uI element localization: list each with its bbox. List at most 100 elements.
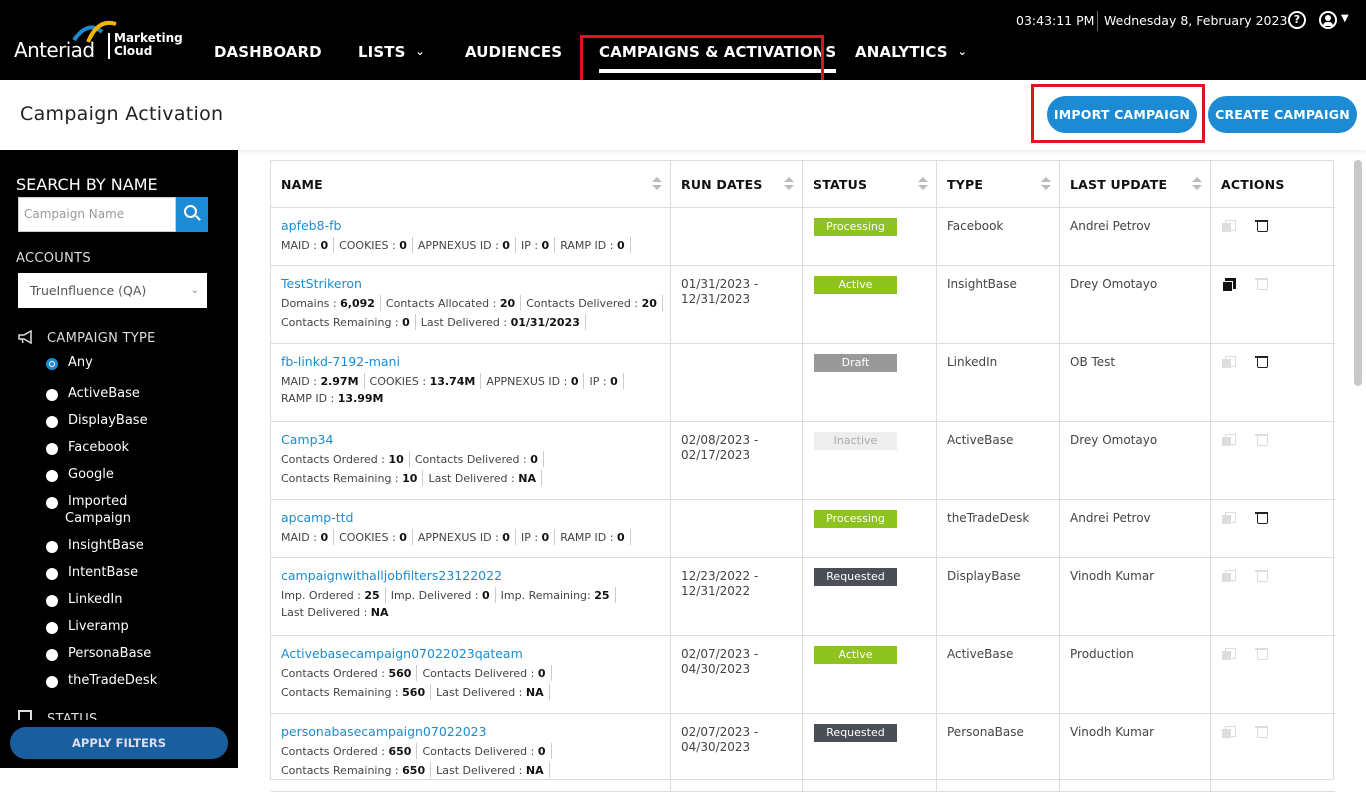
- chevron-down-icon: ⌄: [957, 45, 967, 58]
- table-row: apcamp-ttd MAID : 0 COOKIES : 0 APPNEXUS ID…: [271, 500, 1335, 558]
- radio-displaybase[interactable]: [46, 416, 58, 428]
- copy-icon[interactable]: [1222, 220, 1236, 232]
- radio-activebase[interactable]: [46, 389, 58, 401]
- cell-status: Requested: [803, 558, 937, 635]
- radio-any[interactable]: [46, 358, 58, 370]
- copy-icon[interactable]: [1222, 570, 1236, 582]
- scrollbar[interactable]: [1354, 160, 1362, 386]
- column-header-actions: ACTIONS: [1211, 161, 1335, 208]
- create-campaign-button[interactable]: CREATE CAMPAIGN: [1208, 96, 1357, 133]
- cell-status: Draft: [803, 344, 937, 421]
- cell-name: Activebasecampaign07022023qateam Contacts…: [271, 636, 671, 713]
- trash-icon[interactable]: [1255, 355, 1268, 368]
- cell-name: apcamp-ttd MAID : 0 COOKIES : 0 APPNEXUS ID…: [271, 500, 671, 557]
- trash-icon[interactable]: [1255, 569, 1268, 582]
- column-header-run-dates[interactable]: RUN DATES: [671, 161, 803, 208]
- cell-last-update: Drey Omotayo: [1060, 422, 1211, 499]
- campaign-name-link[interactable]: personabasecampaign07022023: [281, 724, 487, 739]
- copy-icon[interactable]: [1222, 512, 1236, 524]
- campaign-metrics: Contacts Ordered : 650 Contacts Delivered…: [281, 743, 557, 759]
- copy-icon[interactable]: [1222, 356, 1236, 368]
- campaign-metrics: MAID : 0 COOKIES : 0 APPNEXUS ID : 0 IP : 0…: [281, 237, 636, 253]
- campaign-name-link[interactable]: apfeb8-fb: [281, 218, 341, 233]
- campaign-name-link[interactable]: TestStrikeron: [281, 276, 362, 291]
- campaign-metrics: Domains : 6,092 Contacts Allocated : 20 Co…: [281, 295, 668, 311]
- campaign-type-label-campaign[interactable]: Campaign: [65, 511, 131, 526]
- campaign-name-link[interactable]: fb-linkd-7192-mani: [281, 354, 400, 369]
- radio-insightbase[interactable]: [46, 541, 58, 553]
- campaign-type-label-liveramp[interactable]: Liveramp: [68, 619, 129, 634]
- campaign-metrics: MAID : 0 COOKIES : 0 APPNEXUS ID : 0 IP : 0…: [281, 529, 636, 545]
- radio-thetradedesk[interactable]: [46, 676, 58, 688]
- column-header-type[interactable]: TYPE: [937, 161, 1060, 208]
- cell-name: TestStrikeron Domains : 6,092 Contacts All…: [271, 266, 671, 343]
- campaign-type-label-activebase[interactable]: ActiveBase: [68, 386, 140, 401]
- campaign-type: Facebook: [947, 219, 1004, 233]
- cell-name: fb-linkd-7192-mani MAID : 2.97M COOKIES : …: [271, 344, 671, 421]
- column-header-last-update[interactable]: LAST UPDATE: [1060, 161, 1211, 208]
- campaign-type-label-personabase[interactable]: PersonaBase: [68, 646, 151, 661]
- campaign-type-label-linkedin[interactable]: LinkedIn: [68, 592, 122, 607]
- nav-audiences[interactable]: AUDIENCES: [465, 43, 562, 61]
- sort-icon[interactable]: [918, 177, 928, 191]
- user-icon[interactable]: [1319, 11, 1337, 29]
- sort-icon[interactable]: [784, 177, 794, 191]
- campaign-type-label-imported[interactable]: Imported: [68, 494, 127, 509]
- sort-icon[interactable]: [652, 177, 662, 191]
- sort-icon[interactable]: [1041, 177, 1051, 191]
- radio-google[interactable]: [46, 470, 58, 482]
- campaign-name-link[interactable]: Activebasecampaign07022023qateam: [281, 646, 523, 661]
- copy-icon[interactable]: [1222, 726, 1236, 738]
- column-header-name[interactable]: NAME: [271, 161, 671, 208]
- campaign-type-label-displaybase[interactable]: DisplayBase: [68, 413, 148, 428]
- trash-icon[interactable]: [1255, 277, 1268, 290]
- trash-icon[interactable]: [1255, 219, 1268, 232]
- campaign-type-label-insightbase[interactable]: InsightBase: [68, 538, 144, 553]
- trash-icon[interactable]: [1255, 511, 1268, 524]
- campaign-type-label-any[interactable]: Any: [68, 355, 93, 370]
- trash-icon[interactable]: [1255, 433, 1268, 446]
- radio-facebook[interactable]: [46, 443, 58, 455]
- nav-dashboard[interactable]: DASHBOARD: [214, 43, 322, 61]
- campaign-name-link[interactable]: campaignwithalljobfilters23122022: [281, 568, 502, 583]
- campaign-type-label-google[interactable]: Google: [68, 467, 114, 482]
- campaign-type: theTradeDesk: [947, 511, 1030, 525]
- copy-icon[interactable]: [1222, 648, 1236, 660]
- campaign-name-link[interactable]: apcamp-ttd: [281, 510, 354, 525]
- anteriad-logo[interactable]: Anteriad Marketing Cloud: [14, 18, 184, 68]
- radio-personabase[interactable]: [46, 649, 58, 661]
- radio-intentbase[interactable]: [46, 568, 58, 580]
- column-header-status[interactable]: STATUS: [803, 161, 937, 208]
- table-row: Activebasecampaign07022023qateam Contacts…: [271, 636, 1335, 714]
- last-updated-by: Production: [1070, 647, 1134, 661]
- brand-name: Anteriad: [14, 38, 95, 62]
- copy-icon[interactable]: [1222, 278, 1236, 292]
- search-input[interactable]: Campaign Name: [18, 197, 176, 232]
- search-button[interactable]: [176, 197, 208, 232]
- table-row: fb-linkd-7192-mani MAID : 2.97M COOKIES : …: [271, 344, 1335, 422]
- campaign-metrics: Contacts Remaining : 10 Last Delivered : …: [281, 470, 547, 486]
- campaign-type-label-intentbase[interactable]: IntentBase: [68, 565, 138, 580]
- radio-liveramp[interactable]: [46, 622, 58, 634]
- campaign-metrics: Imp. Ordered : 25 Imp. Delivered : 0 Imp. …: [281, 587, 621, 603]
- radio-imported[interactable]: [46, 497, 58, 509]
- campaign-name-link[interactable]: Camp34: [281, 432, 333, 447]
- nav-lists[interactable]: LISTS ⌄: [358, 43, 425, 61]
- copy-icon[interactable]: [1222, 434, 1236, 446]
- trash-icon[interactable]: [1255, 725, 1268, 738]
- cell-actions: [1211, 558, 1335, 635]
- apply-filters-button[interactable]: APPLY FILTERS: [10, 727, 228, 759]
- cell-actions: [1211, 266, 1335, 343]
- campaign-type-label-thetradedesk[interactable]: theTradeDesk: [68, 673, 157, 688]
- trash-icon[interactable]: [1255, 647, 1268, 660]
- sort-icon[interactable]: [1192, 177, 1202, 191]
- campaign-type-label-facebook[interactable]: Facebook: [68, 440, 129, 455]
- help-icon[interactable]: ?: [1288, 11, 1306, 29]
- radio-linkedin[interactable]: [46, 595, 58, 607]
- nav-analytics[interactable]: ANALYTICS ⌄: [855, 43, 967, 61]
- cell-run-dates: 02/08/2023 -02/17/2023: [671, 422, 803, 499]
- accounts-select[interactable]: TrueInfluence (QA) ⌄: [18, 273, 207, 308]
- chevron-down-icon[interactable]: ▼: [1341, 13, 1349, 24]
- cell-run-dates: 12/23/2022 -12/31/2022: [671, 558, 803, 635]
- campaign-metrics: Last Delivered : NA: [281, 606, 389, 619]
